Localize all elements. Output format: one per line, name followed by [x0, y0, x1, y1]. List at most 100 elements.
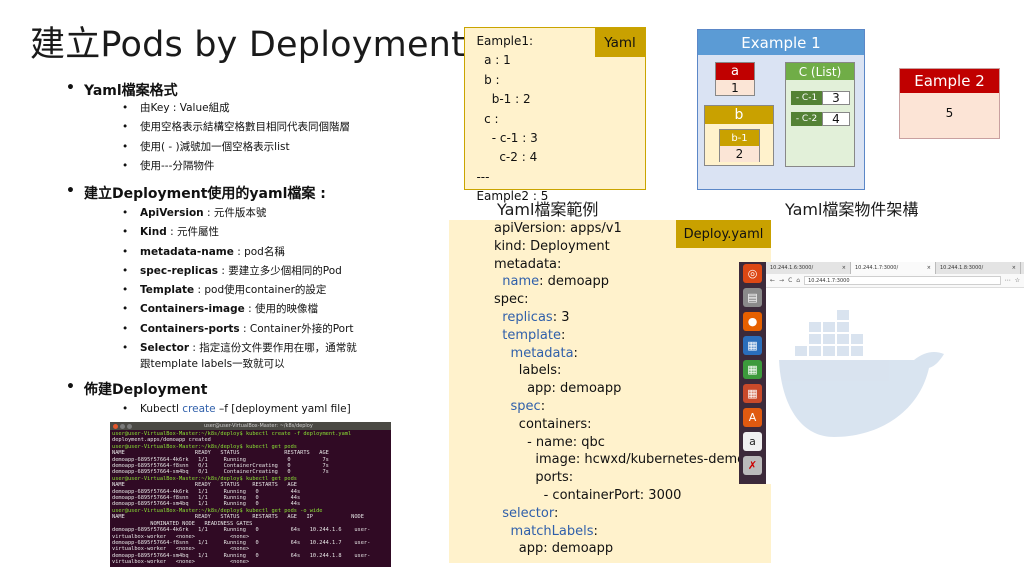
yaml-key: replicas	[502, 309, 553, 325]
node-c1: - C-1 3	[791, 91, 850, 105]
field-desc: : 指定這份文件要作用在哪，通常就	[189, 342, 357, 355]
node-c-label: C (List)	[786, 63, 854, 80]
yaml-value: : demoapp	[551, 381, 622, 397]
deploy-yaml-line: app: demoapp	[494, 540, 745, 558]
yaml-value: :	[568, 470, 574, 486]
yaml-value: :	[540, 398, 546, 414]
field-desc: : pod使用container的設定	[194, 284, 327, 297]
field-key: metadata-name	[140, 245, 234, 258]
yaml-key: matchLabels	[510, 523, 594, 539]
deploy-yaml-tag: Deploy.yaml	[676, 220, 771, 248]
yaml-key: labels	[518, 363, 558, 379]
deploy-yaml-line: containers:	[494, 416, 745, 434]
deployment-field-item: Containers-ports : Container外接的Port	[122, 320, 357, 340]
yaml-key: template	[502, 327, 561, 343]
yaml-value: : demoapp	[539, 274, 609, 290]
field-key: Containers-image	[140, 303, 245, 316]
maximize-icon	[127, 423, 132, 429]
yaml-tag: Yaml	[595, 28, 645, 57]
terminal-titlebar: user@user-VirtualBox-Master: ~/k8s/deplo…	[110, 422, 391, 430]
node-c-list: C (List) - C-1 3 - C-2 4	[785, 62, 855, 167]
yaml-format-item: 使用( - )減號加一個空格表示list	[122, 138, 350, 158]
close-icon	[113, 423, 118, 429]
yaml-example-box: Eample1: a : 1 b : b-1 : 2 c : - c-1 : 3…	[464, 27, 646, 203]
deployment-field-item: Template : pod使用container的設定	[122, 281, 357, 301]
deploy-yaml-line: name: demoapp	[494, 273, 745, 291]
yaml-example-line: c-2 : 4	[465, 150, 538, 165]
yaml-example-line: b :	[465, 72, 500, 87]
yaml-example-line: Eample1:	[465, 34, 534, 48]
deploy-yaml-line: - name: qbc	[494, 434, 745, 452]
yaml-value: : Deployment	[521, 238, 610, 254]
field-desc: : 要建立多少個相同的Pod	[218, 264, 342, 277]
yaml-example-line: a : 1	[465, 53, 511, 68]
example2-value: 5	[945, 106, 954, 120]
section-yaml-format-heading: Yaml檔案格式	[66, 80, 178, 100]
node-c2-label: - C-2	[791, 112, 822, 126]
yaml-value: :	[553, 505, 559, 521]
section-build-deployment-heading: 佈建Deployment	[66, 379, 208, 399]
yaml-key: kind	[494, 238, 522, 254]
page-title: 建立Pods by Deployment	[30, 25, 465, 65]
yaml-key: app	[518, 541, 544, 557]
deployment-field-item: Containers-image : 使用的映像檔	[122, 300, 357, 320]
yaml-format-list: 由Key : Value組成使用空格表示結構空格數目相同代表同個階層使用( - …	[122, 99, 350, 176]
yaml-example-line: ---	[465, 169, 490, 184]
yaml-key: spec	[510, 398, 541, 414]
yaml-key: apiVersion	[494, 221, 562, 236]
yaml-example-line: b-1 : 2	[465, 92, 531, 107]
yaml-example-lines: Eample1: a : 1 b : b-1 : 2 c : - c-1 : 3…	[465, 32, 548, 207]
yaml-value: : apps/v1	[561, 221, 622, 236]
field-desc: : 使用的映像檔	[244, 303, 318, 316]
terminal-line: demoapp-6895f57664-4k6rk 1/1 Running 0 6…	[112, 527, 371, 534]
node-b: b b-1 2	[704, 105, 774, 166]
field-desc: : 元件屬性	[166, 226, 219, 239]
node-c1-label: - C-1	[791, 91, 822, 105]
deploy-yaml-lines: apiVersion: apps/v1 kind: Deployment metad…	[494, 220, 745, 558]
terminal-output: user@user-VirtualBox-Master:~/k8s/deploy…	[110, 430, 391, 567]
yaml-value: : 3000	[639, 487, 682, 503]
example2-title: Eample 2	[900, 69, 999, 93]
yaml-value: : hcwxd/kubernetes-demo	[575, 452, 746, 468]
node-b1-value: 2	[720, 146, 759, 162]
yaml-key: - containerPort	[543, 487, 640, 503]
deploy-yaml-box: apiVersion: apps/v1 kind: Deployment metad…	[449, 220, 771, 563]
yaml-value: :	[560, 327, 566, 343]
yaml-value: :	[557, 256, 562, 272]
deploy-yaml-line: metadata:	[494, 256, 745, 274]
yaml-value: :	[593, 523, 598, 539]
section-deployment-yaml-heading: 建立Deployment使用的yaml檔案 :	[66, 183, 326, 203]
field-desc: : Container外接的Port	[239, 322, 354, 335]
yaml-key: metadata	[494, 256, 558, 272]
node-a-value: 1	[731, 81, 739, 95]
yaml-value: :	[573, 345, 578, 361]
deploy-yaml-line: app: demoapp	[494, 380, 745, 398]
deployment-fields-list: ApiVersion : 元件版本號Kind : 元件屬性metadata-na…	[122, 204, 357, 359]
cmd-create: create	[182, 403, 216, 415]
docker-whale-icon	[779, 310, 944, 437]
cmd-kubectl: Kubectl	[140, 403, 183, 415]
field-key: spec-replicas	[140, 264, 219, 277]
deploy-yaml-line: matchLabels:	[494, 523, 745, 541]
deploy-yaml-line: ports:	[494, 469, 745, 487]
yaml-key: image	[535, 452, 576, 468]
deploy-yaml-line: metadata:	[494, 345, 745, 363]
field-key: Containers-ports	[140, 322, 240, 335]
deploy-yaml-line: spec:	[494, 398, 745, 416]
yaml-value: :	[557, 363, 562, 379]
field-desc: : 元件版本號	[203, 207, 267, 219]
yaml-value: :	[587, 416, 592, 432]
deploy-yaml-line: replicas: 3	[494, 309, 745, 327]
browser-screenshot: ◎ ▤ ● ▦ ▦ ▦ A a ✗ 10.244.1.6:3000/× 10.24…	[739, 262, 1024, 484]
deploy-yaml-line: labels:	[494, 362, 745, 380]
deploy-yaml-line: template:	[494, 327, 745, 345]
structure-caption: Yaml檔案物件架構	[785, 200, 919, 219]
